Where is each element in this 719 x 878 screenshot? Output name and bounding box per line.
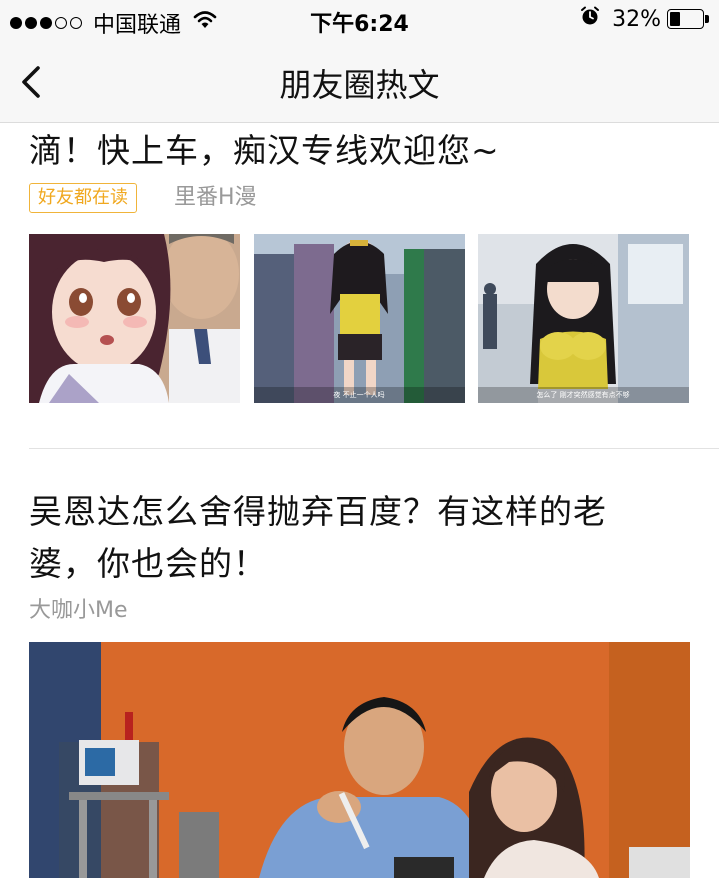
article-thumbnail-2[interactable]: 夜 不止一个人吗 (254, 234, 465, 403)
status-right: 32% (580, 6, 709, 32)
status-bar: 中国联通 下午6:24 32% (0, 0, 719, 40)
article-title[interactable]: 吴恩达怎么舍得抛弃百度？有这样的老婆，你也会的！ (29, 486, 669, 590)
article-thumbnail-3[interactable]: 怎么了 刚才突然感觉有点不够 (478, 234, 689, 403)
article-source[interactable]: 里番H漫 (174, 183, 257, 213)
article-title[interactable]: 滴！快上车，痴汉专线欢迎您~ (29, 124, 500, 172)
thumbnail-caption: 怎么了 刚才突然感觉有点不够 (536, 390, 629, 399)
friends-reading-badge: 好友都在读 (29, 183, 137, 213)
battery-icon (667, 9, 709, 29)
page-title: 朋友圈热文 (279, 66, 440, 104)
thumbnail-caption: 夜 不止一个人吗 (333, 390, 384, 399)
article-thumbnail-1[interactable] (29, 234, 240, 403)
article-source[interactable]: 大咖小Me (29, 592, 128, 624)
alarm-icon (580, 6, 600, 32)
battery-percent: 32% (612, 6, 661, 32)
divider (29, 448, 719, 449)
navigation-bar: 朋友圈热文 (0, 40, 719, 123)
article-cover-image[interactable] (29, 642, 690, 878)
